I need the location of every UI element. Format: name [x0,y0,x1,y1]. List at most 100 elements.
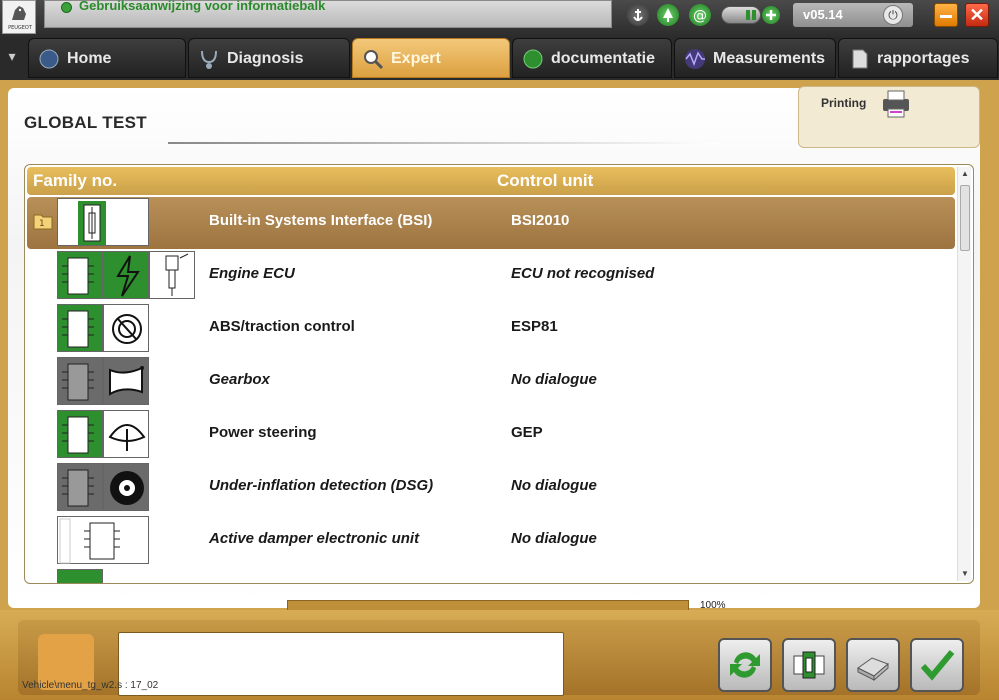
ecu-icon [793,651,825,679]
info-bar[interactable]: Gebruiksaanwijzing voor informatiebalk [44,0,612,28]
main-area: GLOBAL TEST Printing Family no. Control … [0,80,999,700]
scroll-up-icon[interactable]: ▲ [961,169,969,178]
row-control-unit: No dialogue [511,371,597,388]
home-globe-icon [39,49,59,69]
ecu-button[interactable] [782,638,836,692]
ecu-chip-icon [57,410,103,458]
row-name: Built-in Systems Interface (BSI) [209,212,433,229]
row-control-unit: BSI2010 [511,212,570,229]
row-name: Gearbox [209,371,270,388]
tab-measurements[interactable]: Measurements [674,38,836,78]
main-tabs: ▾ Home Diagnosis Expert documentatie Mea… [0,38,999,80]
ecu-chip-icon [57,304,103,352]
peugeot-logo: PEUGEOT [2,0,36,34]
tab-label: Diagnosis [227,50,304,67]
tab-documentatie[interactable]: documentatie [512,38,672,78]
lion-icon [12,6,26,20]
table-row[interactable]: Gearbox No dialogue [27,356,955,408]
table-row[interactable]: ABS/traction control ESP81 [27,303,955,355]
refresh-icon [730,652,760,678]
ecu-chip-icon [57,569,103,583]
bottom-panel [18,620,980,696]
gearbox-icon [103,357,149,405]
stethoscope-icon [201,50,217,69]
printer-icon [883,90,909,118]
table-row[interactable]: 1 Built-in Systems Interface (BSI) BSI20… [27,197,955,249]
tab-expert[interactable]: Expert [352,38,510,78]
scroll-thumb[interactable] [960,185,970,251]
ecu-chip-icon [57,357,103,405]
content-panel: GLOBAL TEST Printing Family no. Control … [8,86,980,614]
table-row[interactable]: Power steering GEP [27,409,955,461]
lightning-icon [103,251,149,299]
title-divider [168,142,718,144]
table-row[interactable]: Active damper electronic unit No dialogu… [27,515,955,567]
info-dot-icon [61,2,72,13]
row-control-unit: No dialogue [511,477,597,494]
wave-icon [685,49,705,69]
table-row[interactable] [27,568,955,583]
printing-button[interactable]: Printing [798,86,980,148]
anchor-icon[interactable] [627,4,649,26]
table-scrollbar[interactable]: ▲ ▼ [957,167,971,581]
column-header-control-unit: Control unit [497,171,594,190]
tab-diagnosis[interactable]: Diagnosis [188,38,350,78]
message-box [118,632,564,696]
abs-icon [103,304,149,352]
version-label: v05.14 [803,7,843,22]
version-display: v05.14 ⏻ [793,3,913,27]
folder-number: 1 [39,219,45,229]
column-header-family: Family no. [33,171,118,190]
tab-rapportages[interactable]: rapportages [838,38,998,78]
print-button[interactable] [846,638,900,692]
tree-icon[interactable] [657,4,679,26]
printer-icon [857,657,889,682]
magnifier-icon [364,50,384,70]
tab-label: Expert [391,50,441,67]
row-name: ABS/traction control [209,318,355,335]
table-row[interactable]: Under-inflation detection (DSG) No dialo… [27,462,955,514]
table-row[interactable]: Engine ECU ECU not recognised [27,250,955,302]
info-bar-text: Gebruiksaanwijzing voor informatiebalk [79,0,326,13]
battery-icon[interactable] [721,6,761,24]
ecu-chip-icon [57,251,103,299]
table-header: Family no. Control unit [27,167,955,195]
bsi-ecu-icon [57,198,149,246]
ecu-chip-icon [57,463,103,511]
row-name: Engine ECU [209,265,295,282]
plus-icon[interactable] [762,6,780,24]
ecu-table: Family no. Control unit ▲ ▼ 1 Built-in S… [24,164,974,584]
tab-home[interactable]: Home [28,38,186,78]
tab-label: Home [67,50,112,67]
row-name: Active damper electronic unit [209,530,420,547]
refresh-button[interactable] [718,638,772,692]
document-icon [852,49,868,69]
steering-wheel-icon [103,410,149,458]
row-name: Under-inflation detection (DSG) [209,477,434,494]
close-button[interactable]: ✕ [965,3,989,27]
tab-label: Measurements [713,50,826,67]
globe-green-icon [523,49,543,69]
row-control-unit: GEP [511,424,543,441]
row-control-unit: ECU not recognised [511,265,655,282]
svg-text:@: @ [693,8,707,24]
chevron-down-icon[interactable]: ▾ [2,48,22,68]
at-icon[interactable]: @ [689,4,711,26]
row-control-unit: ESP81 [511,318,558,335]
tab-label: documentatie [551,50,656,67]
power-icon[interactable]: ⏻ [883,5,903,25]
tab-label: rapportages [877,50,970,67]
checkmark-icon [920,650,955,681]
row-control-unit: No dialogue [511,530,597,547]
status-path: Vehicle\menu_tg_w2.s : 17_02 [22,680,159,691]
injector-icon [149,251,195,299]
folder-icon[interactable]: 1 [33,212,53,230]
tyre-icon [103,463,149,511]
printing-label: Printing [821,96,867,110]
page-title: GLOBAL TEST [24,113,147,132]
top-bar: PEUGEOT Gebruiksaanwijzing voor informat… [0,0,999,38]
minimize-button[interactable] [934,3,958,27]
confirm-button[interactable] [910,638,964,692]
damper-ecu-icon [57,516,149,564]
scroll-down-icon[interactable]: ▼ [961,569,969,578]
